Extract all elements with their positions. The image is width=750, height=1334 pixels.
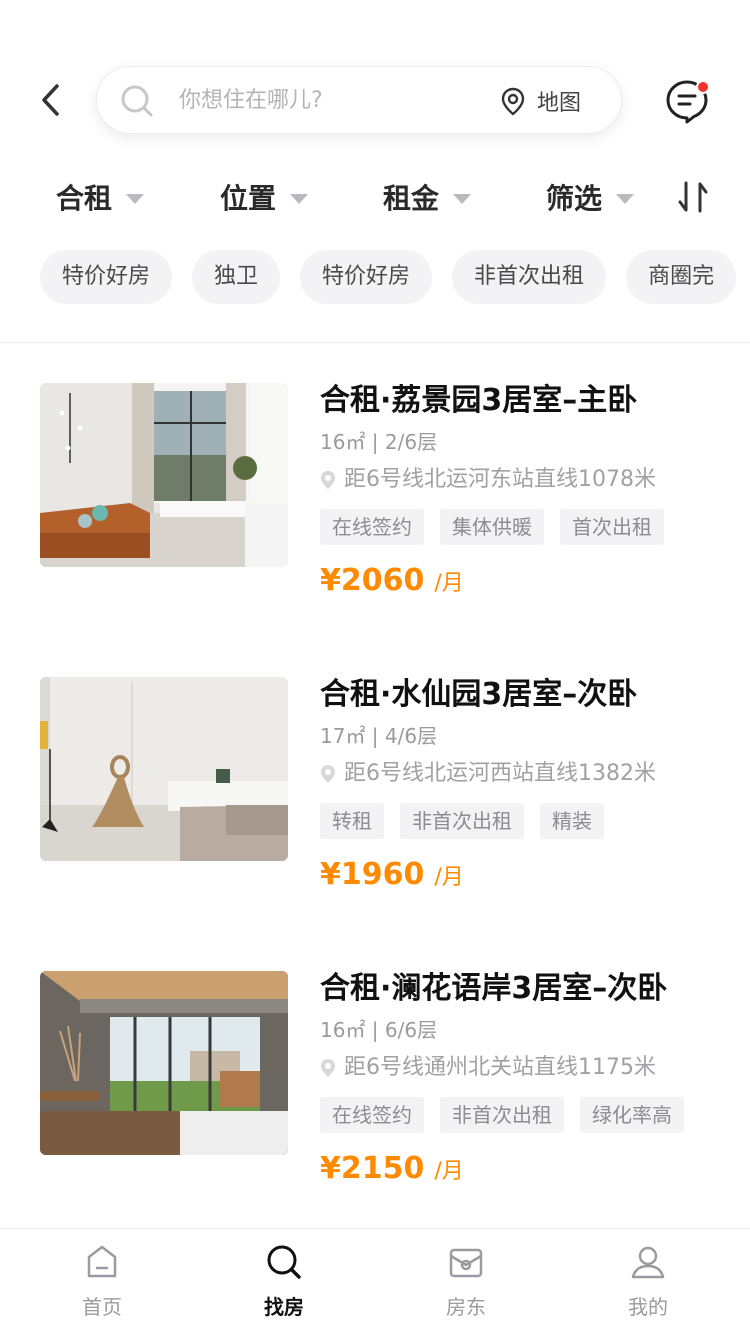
listing-meta: 16㎡ | 6/6层 — [320, 1018, 438, 1042]
listing-meta: 17㎡ | 4/6层 — [320, 724, 438, 748]
search-icon — [267, 1245, 301, 1279]
tab-profile[interactable]: 我的 — [588, 1229, 708, 1334]
tab-label: 找房 — [264, 1295, 304, 1319]
listing-price: ¥2060 /月 — [320, 563, 730, 598]
quick-tag-chip[interactable]: 特价好房 — [40, 250, 173, 304]
caret-down-icon — [290, 194, 309, 204]
price-amount: ¥2060 — [320, 563, 425, 598]
home-icon — [87, 1245, 117, 1278]
listing-info: 合租·澜花语岸3居室–次卧 16㎡ | 6/6层 距6号线通州北关站直线1175… — [320, 971, 730, 1186]
listing-tag: 在线签约 — [320, 1097, 424, 1133]
bottom-tab-bar: 首页 找房 房东 我的 — [0, 1228, 750, 1334]
quick-tags: 特价好房 独卫 特价好房 非首次出租 商圈完 — [40, 250, 750, 304]
quick-tag-chip[interactable]: 商圈完 — [626, 250, 737, 304]
filter-location[interactable]: 位置 — [220, 165, 309, 229]
profile-icon — [631, 1246, 665, 1279]
price-unit: /月 — [434, 571, 464, 596]
caret-down-icon — [453, 194, 472, 204]
filter-more[interactable]: 筛选 — [546, 165, 635, 229]
listing-tag: 精装 — [540, 803, 604, 839]
chevron-left-icon — [42, 84, 59, 116]
location-pin-icon — [321, 471, 335, 489]
caret-down-icon — [616, 194, 635, 204]
filter-rent-type[interactable]: 合租 — [56, 165, 145, 229]
back-button[interactable] — [30, 78, 70, 122]
landlord-icon — [449, 1248, 483, 1278]
distance-text: 距6号线北运河西站直线1382米 — [344, 761, 656, 786]
listing-card[interactable]: 合租·荔景园3居室–主卧 16㎡ | 2/6层 距6号线北运河东站直线1078米… — [0, 383, 750, 643]
top-header: 你想住在哪儿? 地图 — [0, 0, 750, 150]
caret-down-icon — [126, 194, 145, 204]
filter-label: 位置 — [220, 182, 277, 215]
search-bar[interactable]: 你想住在哪儿? 地图 — [96, 66, 622, 134]
distance-text: 距6号线北运河东站直线1078米 — [344, 467, 656, 492]
price-amount: ¥2150 — [320, 1151, 425, 1186]
tab-label: 房东 — [446, 1295, 486, 1319]
filter-label: 合租 — [56, 182, 113, 215]
tab-landlord[interactable]: 房东 — [406, 1229, 526, 1334]
listing-title: 合租·水仙园3居室–次卧 — [320, 677, 638, 712]
listing-info: 合租·水仙园3居室–次卧 17㎡ | 4/6层 距6号线北运河西站直线1382米… — [320, 677, 730, 892]
listing-photo — [40, 677, 288, 861]
listing-tag: 非首次出租 — [400, 803, 524, 839]
tab-label: 我的 — [628, 1295, 668, 1319]
listing-tag: 转租 — [320, 803, 384, 839]
listing-tags: 转租 非首次出租 精装 — [320, 803, 730, 839]
listing-distance: 距6号线北运河东站直线1078米 — [320, 465, 730, 495]
price-unit: /月 — [434, 865, 464, 890]
quick-tag-chip[interactable]: 非首次出租 — [452, 250, 607, 304]
listing-info: 合租·荔景园3居室–主卧 16㎡ | 2/6层 距6号线北运河东站直线1078米… — [320, 383, 730, 598]
quick-tag-chip[interactable]: 独卫 — [192, 250, 281, 304]
filter-label: 租金 — [383, 182, 440, 215]
map-button[interactable]: 地图 — [499, 81, 581, 121]
listing-tags: 在线签约 集体供暖 首次出租 — [320, 509, 730, 545]
notification-dot — [696, 80, 710, 94]
tab-home[interactable]: 首页 — [42, 1229, 162, 1334]
filter-label: 筛选 — [546, 182, 603, 215]
listing-tag: 集体供暖 — [440, 509, 544, 545]
listing-tags: 在线签约 非首次出租 绿化率高 — [320, 1097, 730, 1133]
listing-card[interactable]: 合租·水仙园3居室–次卧 17㎡ | 4/6层 距6号线北运河西站直线1382米… — [0, 677, 750, 937]
listing-tag: 非首次出租 — [440, 1097, 564, 1133]
search-input[interactable]: 你想住在哪儿? — [179, 85, 323, 117]
location-pin-icon — [321, 765, 335, 783]
listing-price: ¥2150 /月 — [320, 1151, 730, 1186]
listing-title: 合租·澜花语岸3居室–次卧 — [320, 971, 668, 1006]
location-pin-icon — [501, 87, 525, 116]
tab-find-room[interactable]: 找房 — [224, 1229, 344, 1334]
price-unit: /月 — [434, 1159, 464, 1184]
filter-bar: 合租 位置 租金 筛选 — [0, 165, 750, 229]
distance-text: 距6号线通州北关站直线1175米 — [344, 1055, 656, 1080]
listing-title: 合租·荔景园3居室–主卧 — [320, 383, 638, 418]
price-amount: ¥1960 — [320, 857, 425, 892]
quick-tag-chip[interactable]: 特价好房 — [300, 250, 433, 304]
listing-card[interactable]: 合租·澜花语岸3居室–次卧 16㎡ | 6/6层 距6号线通州北关站直线1175… — [0, 971, 750, 1231]
listing-photo — [40, 383, 288, 567]
map-label: 地图 — [536, 91, 581, 116]
listing-price: ¥1960 /月 — [320, 857, 730, 892]
listing-tag: 首次出租 — [560, 509, 664, 545]
search-icon — [121, 85, 153, 117]
location-pin-icon — [321, 1059, 335, 1077]
divider — [0, 342, 750, 343]
tab-label: 首页 — [82, 1295, 122, 1319]
listing-distance: 距6号线北运河西站直线1382米 — [320, 759, 730, 789]
listing-tag: 绿化率高 — [580, 1097, 684, 1133]
filter-rent[interactable]: 租金 — [383, 165, 472, 229]
sort-icon[interactable] — [676, 179, 710, 215]
listing-photo — [40, 971, 288, 1155]
listing-meta: 16㎡ | 2/6层 — [320, 430, 438, 454]
listing-distance: 距6号线通州北关站直线1175米 — [320, 1053, 730, 1083]
listing-tag: 在线签约 — [320, 509, 424, 545]
